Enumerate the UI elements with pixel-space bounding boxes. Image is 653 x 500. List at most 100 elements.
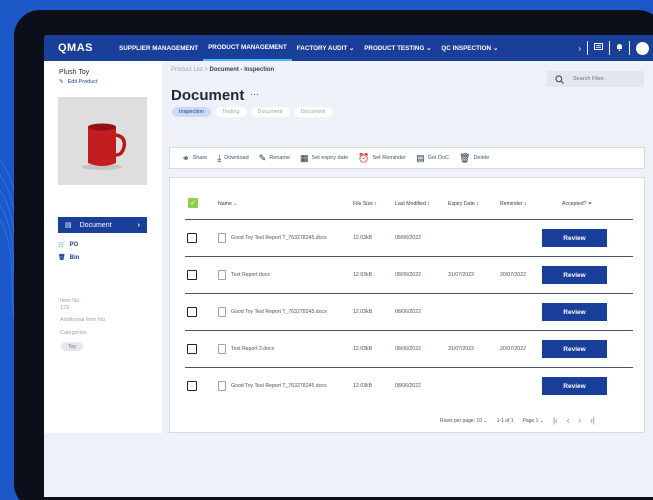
header-last-modified[interactable]: Last Modified ↕ [395,201,430,207]
nav-product-management[interactable]: PRODUCT MANAGEMENT [203,35,292,61]
search-input[interactable]: Search Files [547,71,644,87]
pagination: Rows per page: 10 ⌄ 1-1 of 1 Page 1 ⌄ |‹… [440,416,595,425]
expiry-date: 31/07/2022 [448,272,474,278]
download-icon: ⤓ [217,152,222,163]
row-checkbox[interactable] [187,307,197,317]
bell-icon[interactable] [616,43,623,53]
download-button[interactable]: ⤓ Download [217,153,248,164]
file-name[interactable]: Test Report 2.docx [231,346,274,352]
user-avatar[interactable] [636,41,649,55]
file-size: 12.03kB [353,235,373,241]
tab-inspection[interactable]: Inspection [172,107,212,117]
file-size: 12.03kB [353,272,373,278]
breadcrumb-current: Document - Inspection [209,67,275,73]
rows-per-page-select[interactable]: Rows per page: 10 ⌄ [440,418,488,424]
pencil-icon: ✎ [258,152,267,163]
review-button[interactable]: Review [542,303,607,321]
last-modified: 08/06/2022 [395,309,421,315]
row-checkbox[interactable] [187,270,197,280]
calendar-icon: ▦ [300,152,309,163]
product-image [58,97,147,185]
get-doc-button[interactable]: ▤ Get DoC [416,153,449,164]
expiry-date: 31/07/2022 [448,346,474,352]
sidebar-item-bin[interactable]: 🗑 Bin [58,254,79,262]
table-row[interactable]: Test Report 2.docx 12.03kB 08/06/2022 31… [185,330,633,367]
prev-page-icon[interactable]: ‹ [567,416,570,425]
reminder-date: 20/07/2022 [500,346,526,352]
tab-document[interactable]: Document [250,107,290,117]
share-label: Share [192,155,208,161]
nav-factory-audit[interactable]: FACTORY AUDIT ⌄ [292,35,359,61]
breadcrumb: Product List > Document - Inspection [171,67,274,73]
category-tag: Toy [61,342,83,351]
edit-product-label: Edit Product [67,79,98,85]
edit-product-link[interactable]: ✎ Edit Product [59,79,98,85]
last-modified: 08/06/2022 [395,383,421,389]
nav-qc-inspection[interactable]: QC INSPECTION ⌄ [436,35,503,61]
product-sidebar: Plush Toy ✎ Edit Product ▤ Document › 🛒 … [44,61,162,433]
page-select[interactable]: Page 1 ⌄ [523,418,544,424]
chevron-right-icon[interactable]: › [578,44,581,53]
header-file-size[interactable]: File Size ↕ [353,201,377,207]
tab-testing[interactable]: Testing [215,107,247,117]
table-row[interactable]: Test Report.docx 12.03kB 08/06/2022 31/0… [185,256,633,293]
file-name[interactable]: Good Toy Test Report T_763278245.docx [231,235,327,241]
nav-supplier-management[interactable]: SUPPLIER MANAGEMENT [114,35,203,61]
page-title: Document [171,87,245,104]
sidebar-item-document[interactable]: ▤ Document › [58,217,147,233]
next-page-icon[interactable]: › [578,416,581,425]
delete-button[interactable]: 🗑 Delete [459,153,489,164]
review-button[interactable]: Review [542,229,607,247]
set-reminder-label: Set Reminder [372,155,407,161]
tab-document-2[interactable]: Document [293,107,333,117]
table-row[interactable]: Good Toy Test Report T_763278245.docx 12… [185,367,633,404]
rename-button[interactable]: ✎ Rename [259,153,290,164]
file-icon [218,233,226,243]
sidebar-item-po[interactable]: 🛒 PO [58,241,79,249]
header-accepted[interactable]: Accepted? ⏷ [562,201,592,208]
pencil-icon: ✎ [59,79,64,85]
table-row[interactable]: Good Toy Test Report T_763278245.docx 12… [185,219,633,256]
file-icon [218,344,226,354]
page-range: 1-1 of 1 [496,417,514,424]
review-button[interactable]: Review [542,340,607,358]
file-name[interactable]: Good Toy Test Report T_763278245.docx [231,383,327,389]
table-row[interactable]: Good Toy Test Report T_763278245.docx 12… [185,293,633,330]
breadcrumb-root[interactable]: Product List [171,67,203,73]
share-button[interactable]: ⚭ Share [182,153,207,164]
header-name[interactable]: Name ⌄ [218,201,238,207]
row-checkbox[interactable] [187,233,197,243]
set-reminder-button[interactable]: ⏰ Set Reminder [358,153,406,164]
sidebar-po-label: PO [69,241,79,248]
message-icon[interactable] [594,43,603,53]
row-checkbox[interactable] [187,381,197,391]
set-expiry-button[interactable]: ▦ Set expiry date [300,153,348,164]
header-expiry-date[interactable]: Expiry Date ↕ [448,201,479,207]
categories-label: Categories [60,330,87,336]
set-expiry-label: Set expiry date [311,155,349,161]
document-tabs: Inspection Testing Document Document [172,107,333,117]
delete-label: Delete [473,155,490,161]
document-icon: ▤ [65,222,72,229]
row-checkbox[interactable] [187,344,197,354]
breadcrumb-separator: > [204,67,208,73]
app-logo[interactable]: QMAS [58,42,114,54]
file-icon [218,307,226,317]
product-name: Plush Toy [59,69,90,76]
more-options-icon[interactable]: ··· [250,89,259,99]
file-size: 12.03kB [353,383,373,389]
header-reminder[interactable]: Reminder ↕ [500,201,527,207]
nav-product-testing[interactable]: PRODUCT TESTING ⌄ [359,35,436,61]
first-page-icon[interactable]: |‹ [553,416,558,425]
sidebar-document-label: Document [79,221,112,229]
file-name[interactable]: Test Report.docx [231,272,270,278]
review-button[interactable]: Review [542,266,607,284]
reminder-date: 20/07/2022 [500,272,526,278]
file-name[interactable]: Good Toy Test Report T_763278245.docx [231,309,327,315]
last-modified: 08/06/2022 [395,346,421,352]
nav-actions: › [578,41,649,55]
last-page-icon[interactable]: ›| [590,416,595,425]
document-icon: ▤ [416,152,425,163]
file-icon [218,270,226,280]
review-button[interactable]: Review [542,377,607,395]
